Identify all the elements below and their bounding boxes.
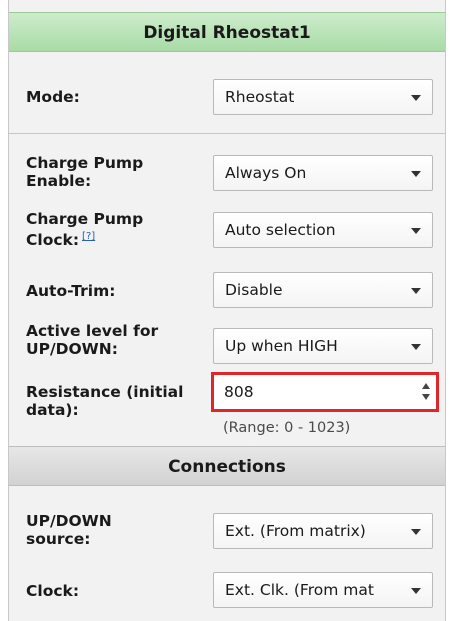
active-level-value: Up when HIGH — [225, 337, 338, 355]
charge-pump-clock-value: Auto selection — [225, 221, 336, 239]
label-line: Enable: — [26, 172, 92, 190]
updown-source-label: UP/DOWN source: — [26, 512, 206, 548]
chevron-down-icon — [411, 228, 421, 234]
clock-select[interactable]: Ext. Clk. (From mat — [213, 572, 433, 608]
label-line: Charge Pump — [26, 210, 144, 228]
label-line: Resistance (initial — [26, 383, 184, 401]
label-line: data): — [26, 401, 79, 419]
label-line: source: — [26, 530, 91, 548]
mode-value: Rheostat — [225, 88, 295, 106]
chevron-down-icon — [411, 529, 421, 535]
active-level-select[interactable]: Up when HIGH — [213, 328, 433, 364]
chevron-down-icon — [411, 95, 421, 101]
connections-header: Connections — [9, 446, 445, 486]
resistance-input[interactable] — [224, 375, 394, 409]
charge-pump-enable-select[interactable]: Always On — [213, 155, 433, 191]
spin-up-icon[interactable] — [422, 383, 430, 389]
updown-source-value: Ext. (From matrix) — [225, 522, 366, 540]
clock-label: Clock: — [26, 582, 80, 600]
auto-trim-select[interactable]: Disable — [213, 272, 433, 308]
clock-value: Ext. Clk. (From mat — [225, 581, 374, 599]
resistance-spinbox[interactable] — [211, 372, 439, 412]
resistance-label: Resistance (initial data): — [26, 383, 206, 419]
section-divider — [9, 133, 445, 134]
chevron-down-icon — [411, 588, 421, 594]
spin-buttons[interactable] — [421, 380, 432, 404]
properties-panel: Digital Rheostat1 Mode: Rheostat Charge … — [8, 0, 446, 621]
panel-title: Digital Rheostat1 — [9, 12, 445, 52]
range-hint: (Range: 0 - 1023) — [223, 420, 351, 436]
mode-select[interactable]: Rheostat — [213, 79, 433, 115]
mode-label: Mode: — [26, 88, 80, 106]
updown-source-select[interactable]: Ext. (From matrix) — [213, 513, 433, 549]
charge-pump-enable-value: Always On — [225, 164, 307, 182]
charge-pump-enable-label: Charge Pump Enable: — [26, 154, 206, 190]
chevron-down-icon — [411, 288, 421, 294]
spin-down-icon[interactable] — [422, 394, 430, 400]
charge-pump-clock-select[interactable]: Auto selection — [213, 212, 433, 248]
auto-trim-label: Auto-Trim: — [26, 282, 116, 300]
label-line: Clock: [?] — [26, 228, 206, 249]
auto-trim-value: Disable — [225, 281, 283, 299]
active-level-label: Active level for UP/DOWN: — [26, 322, 206, 358]
charge-pump-clock-label: Charge Pump Clock: [?] — [26, 210, 206, 249]
chevron-down-icon — [411, 344, 421, 350]
label-line: UP/DOWN — [26, 512, 112, 530]
label-line: Active level for — [26, 322, 159, 340]
help-link[interactable]: [?] — [82, 231, 95, 242]
chevron-down-icon — [411, 171, 421, 177]
label-line: UP/DOWN: — [26, 340, 118, 358]
label-text: Clock: — [26, 231, 80, 250]
label-line: Charge Pump — [26, 154, 144, 172]
